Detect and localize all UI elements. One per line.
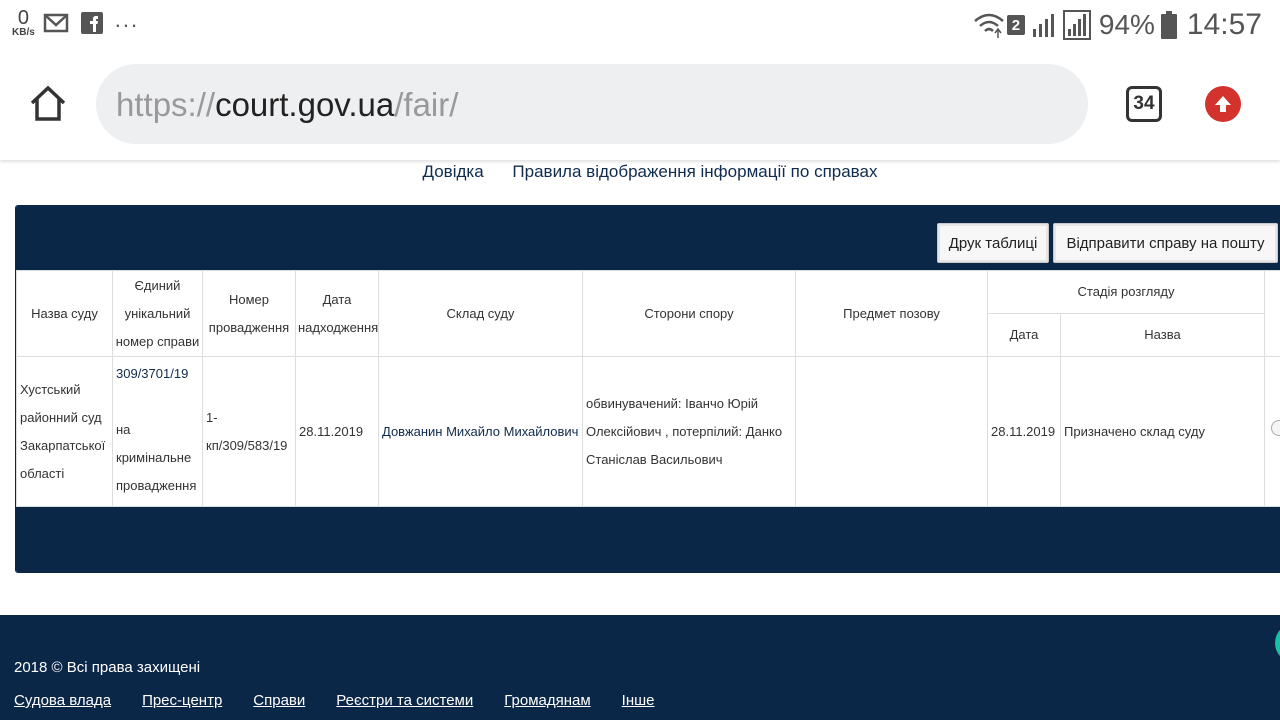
battery-percent: 94% <box>1098 9 1155 40</box>
cell-case-number: 309/3701/19 на кримінальне провадження <box>112 356 203 507</box>
header-extra <box>1264 270 1280 357</box>
battery-icon <box>1160 11 1177 39</box>
panel-header: Друк таблиці Відправити справу на пошту <box>16 206 1280 270</box>
net-speed-value: 0 <box>17 7 29 29</box>
tab-switcher-button[interactable]: 34 <box>1126 86 1162 122</box>
cell-subject <box>795 356 988 507</box>
url-scheme: https:// <box>116 86 216 123</box>
cell-select <box>1264 356 1280 507</box>
header-subject: Предмет позову <box>795 270 988 357</box>
cell-stage-date: 28.11.2019 <box>987 356 1061 507</box>
url-host: court.gov.ua <box>215 86 395 123</box>
header-parties: Сторони спору <box>582 270 796 357</box>
sim-slot-indicator: 2 <box>1006 15 1025 35</box>
footer-nav: Судова влада Прес-центр Справи Реєстри т… <box>14 692 686 709</box>
case-type: на кримінальне провадження <box>116 422 197 493</box>
header-court-panel: Склад суду <box>378 270 583 357</box>
net-speed-unit: KB/s <box>12 27 35 38</box>
signal-icon <box>1032 14 1054 37</box>
footer-link-other[interactable]: Інше <box>622 692 655 709</box>
help-link[interactable]: Довідка <box>423 162 484 181</box>
display-rules-link[interactable]: Правила відображення інформації по справ… <box>512 162 877 181</box>
footer-link-registries[interactable]: Реєстри та системи <box>336 692 473 709</box>
cell-court-panel: Довжанин Михайло Михайлович <box>378 356 583 507</box>
cell-parties: обвинувачений: Іванчо Юрій Олексійович ,… <box>582 356 796 507</box>
more-notifications: ... <box>114 7 140 32</box>
case-number-link[interactable]: 309/3701/19 <box>116 366 188 381</box>
facebook-icon <box>80 12 103 34</box>
cell-stage-name: Призначено склад суду <box>1060 356 1265 507</box>
gmail-icon <box>43 13 69 33</box>
status-bar-left: 0 KB/s ... <box>12 7 140 38</box>
clock: 14:57 <box>1186 8 1262 41</box>
panel-footer <box>16 507 1280 572</box>
wifi-icon <box>974 13 1004 38</box>
print-table-button[interactable]: Друк таблиці <box>937 223 1049 263</box>
update-button[interactable] <box>1205 86 1241 122</box>
cell-received-date: 28.11.2019 <box>295 356 379 507</box>
header-stage: Стадія розгляду <box>987 270 1265 314</box>
status-bar-right: 2 94% 14:57 <box>967 8 1262 42</box>
table-row: Хустський районний суд Закарпатської обл… <box>16 356 1280 507</box>
net-speed-indicator: 0 KB/s <box>12 8 35 38</box>
browser-toolbar: https://court.gov.ua/fair/ 34 <box>0 50 1280 160</box>
address-bar[interactable]: https://court.gov.ua/fair/ <box>96 64 1088 144</box>
send-case-email-button[interactable]: Відправити справу на пошту <box>1053 223 1278 263</box>
judge-link[interactable]: Довжанин Михайло Михайлович <box>382 424 578 439</box>
url-path: /fair/ <box>394 86 459 123</box>
home-icon[interactable] <box>28 83 68 123</box>
cases-table: Назва суду Єдиний унікальний номер справ… <box>16 270 1280 507</box>
header-stage-name: Назва <box>1060 313 1265 357</box>
cell-court-name: Хустський районний суд Закарпатської обл… <box>16 356 113 507</box>
copyright-text: 2018 © Всі права захищені <box>14 659 201 676</box>
top-links: Довідка Правила відображення інформації … <box>0 162 1280 182</box>
header-stage-date: Дата <box>987 313 1061 357</box>
footer-link-judicial-power[interactable]: Судова влада <box>14 692 111 709</box>
header-case-number: Єдиний унікальний номер справи <box>112 270 203 357</box>
site-footer: 2018 © Всі права захищені Судова влада П… <box>0 615 1280 720</box>
status-bar: 0 KB/s ... 2 94% 14:57 <box>0 0 1280 50</box>
signal-icon-secondary <box>1062 10 1091 40</box>
row-select-radio[interactable] <box>1271 419 1280 436</box>
footer-link-press-center[interactable]: Прес-центр <box>142 692 222 709</box>
footer-link-citizens[interactable]: Громадянам <box>504 692 590 709</box>
arrow-up-icon <box>1215 96 1231 112</box>
header-proceeding-number: Номер провадження <box>202 270 296 357</box>
header-court-name: Назва суду <box>16 270 113 357</box>
floating-action-button[interactable] <box>1275 623 1280 663</box>
case-panel: Друк таблиці Відправити справу на пошту … <box>15 205 1280 573</box>
header-received-date: Дата надходження <box>295 270 379 357</box>
cell-proceeding-number: 1-кп/309/583/19 <box>202 356 296 507</box>
url-text[interactable]: https://court.gov.ua/fair/ <box>116 86 458 124</box>
footer-link-cases[interactable]: Справи <box>253 692 305 709</box>
